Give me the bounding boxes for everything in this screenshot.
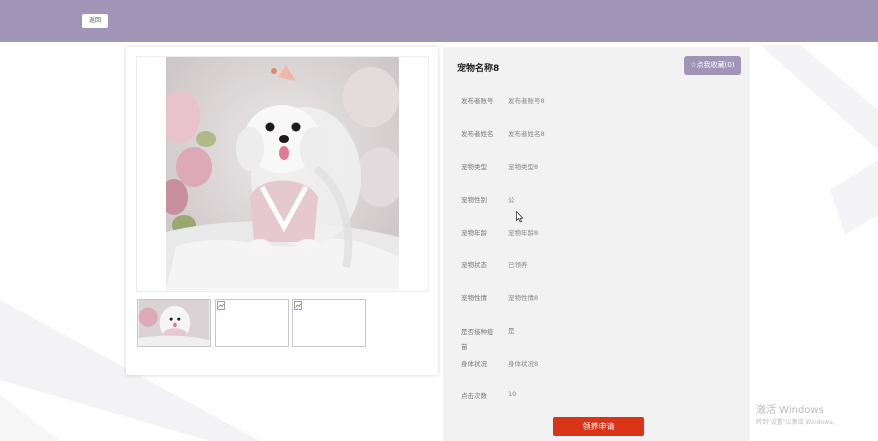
field-label: 宠物年龄 [461, 229, 487, 237]
main-image-frame [136, 56, 429, 292]
field-value: 身体状况8 [508, 360, 539, 368]
main-pet-photo [166, 57, 399, 290]
thumbnail-2[interactable] [215, 299, 289, 347]
field-value: 10 [508, 390, 517, 398]
adopt-apply-button[interactable]: 领养申请 [553, 417, 644, 436]
field-value: 是 [508, 327, 515, 335]
watermark-title: 激活 Windows [756, 405, 824, 416]
field-label: 宠物类型 [461, 163, 487, 171]
collect-button[interactable]: ☆点我收藏(0) [684, 56, 741, 75]
field-value: 宠物年龄8 [508, 229, 539, 237]
field-value: 发布者账号8 [508, 97, 545, 105]
field-value: 已领养 [508, 261, 528, 269]
broken-image-icon [217, 301, 225, 310]
watermark-subtitle: 转到"设置"以激活 Windows。 [756, 419, 839, 426]
field-label: 点击次数 [461, 392, 487, 400]
field-label: 发布者姓名 [461, 130, 494, 138]
back-button[interactable]: 返回 [82, 14, 108, 28]
field-value: 宠物性情8 [508, 294, 539, 302]
thumbnail-1[interactable] [137, 299, 211, 347]
field-label: 身体状况 [461, 360, 487, 368]
field-value: 宠物类型8 [508, 163, 539, 171]
pet-name-title: 宠物名称8 [457, 64, 500, 74]
windows-activation-watermark: 激活 Windows 转到"设置"以激活 Windows。 [756, 401, 838, 426]
broken-image-icon [294, 301, 302, 310]
field-label: 是否接种疫苗 [461, 328, 494, 351]
pet-detail-panel: 宠物名称8 ☆点我收藏(0) 发布者账号 发布者账号8 发布者姓名 发布者姓名8… [443, 47, 750, 441]
mouse-cursor-icon [516, 211, 524, 223]
image-gallery-card [126, 47, 438, 375]
field-label: 宠物性情 [461, 294, 487, 302]
field-value: 公 [508, 196, 515, 204]
field-label: 宠物状态 [461, 261, 487, 269]
top-header-bar: 返回 [0, 0, 878, 42]
field-value: 发布者姓名8 [508, 130, 545, 138]
field-label: 宠物性别 [461, 196, 487, 204]
field-label: 发布者账号 [461, 97, 494, 105]
thumbnail-3[interactable] [292, 299, 366, 347]
